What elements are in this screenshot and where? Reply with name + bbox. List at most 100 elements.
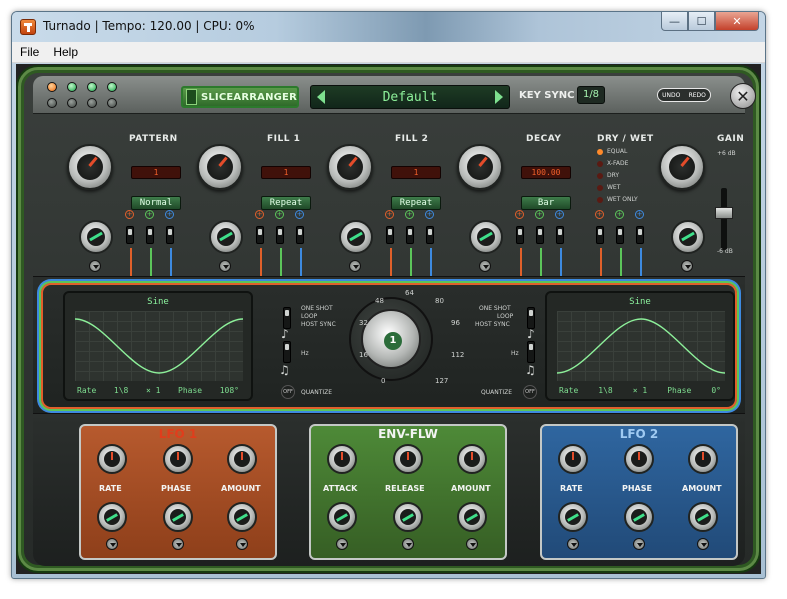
fill1-env-switch[interactable]: [276, 226, 284, 244]
lfo2-multiplier[interactable]: × 1: [633, 386, 647, 395]
pattern-value[interactable]: 1: [131, 166, 181, 179]
env-release-depth-knob[interactable]: [393, 502, 423, 532]
pattern-env-switch[interactable]: [146, 226, 154, 244]
lfo2-phase-value[interactable]: 0°: [711, 386, 721, 395]
fill1-knob[interactable]: [197, 144, 243, 190]
fill2-value[interactable]: 1: [391, 166, 441, 179]
lfo2-display[interactable]: Sine Rate 1\8 × 1 Phase 0°: [545, 291, 735, 401]
drywet-xfade[interactable]: X-FADE: [607, 160, 628, 168]
preset-selector[interactable]: Default: [310, 85, 510, 109]
slot-led-4[interactable]: [107, 82, 117, 92]
slot-led-5[interactable]: [47, 98, 57, 108]
lfo1-rate-switch[interactable]: [283, 341, 291, 363]
lfo2-rate-depth-knob[interactable]: [558, 502, 588, 532]
preset-next-icon[interactable]: [495, 90, 503, 104]
drywet-mod-dropdown-icon[interactable]: [681, 260, 693, 272]
slot-led-8[interactable]: [107, 98, 117, 108]
decay-lfo1-switch[interactable]: [516, 226, 524, 244]
fill2-depth-knob[interactable]: [339, 220, 373, 254]
lfo2-rate-dropdown-icon[interactable]: [567, 538, 579, 550]
decay-mod-dropdown-icon[interactable]: [479, 260, 491, 272]
lfo1-display[interactable]: Sine Rate 1\8 × 1 Phase 108°: [63, 291, 253, 401]
env-attack-knob[interactable]: [327, 444, 357, 474]
fill2-mod-dropdown-icon[interactable]: [349, 260, 361, 272]
env-amount-knob[interactable]: [457, 444, 487, 474]
drywet-dry[interactable]: DRY: [607, 172, 619, 180]
lfo1-phase-value[interactable]: 108°: [220, 386, 239, 395]
env-amount-dropdown-icon[interactable]: [466, 538, 478, 550]
pattern-lfo1-switch[interactable]: [126, 226, 134, 244]
env-attack-depth-knob[interactable]: [327, 502, 357, 532]
lfo2-phase-depth-knob[interactable]: [624, 502, 654, 532]
lfo2-phase-knob[interactable]: [624, 444, 654, 474]
drywet-wet-led-icon[interactable]: [597, 185, 603, 191]
lfo1-rate-knob[interactable]: [97, 444, 127, 474]
lfo2-rate-value[interactable]: 1\8: [598, 386, 612, 395]
lfo2-mode-switch[interactable]: [527, 307, 535, 329]
lfo1-rate-depth-knob[interactable]: [97, 502, 127, 532]
fill2-knob[interactable]: [327, 144, 373, 190]
drywet-lfo2-switch[interactable]: [636, 226, 644, 244]
decay-env-switch[interactable]: [536, 226, 544, 244]
pattern-knob[interactable]: [67, 144, 113, 190]
lfo1-rate-value[interactable]: 1\8: [114, 386, 128, 395]
lfo2-amount-depth-knob[interactable]: [688, 502, 718, 532]
env-attack-dropdown-icon[interactable]: [336, 538, 348, 550]
drywet-wet[interactable]: WET: [607, 184, 620, 192]
maximize-button[interactable]: ☐: [688, 12, 715, 31]
close-button[interactable]: ✕: [715, 12, 759, 31]
fill2-env-switch[interactable]: [406, 226, 414, 244]
drywet-wetonly[interactable]: WET ONLY: [607, 196, 638, 204]
fill2-lfo1-switch[interactable]: [386, 226, 394, 244]
slot-led-6[interactable]: [67, 98, 77, 108]
slicearranger-button[interactable]: SLICEARRANGER: [181, 86, 299, 108]
fill1-mod-dropdown-icon[interactable]: [219, 260, 231, 272]
menu-help[interactable]: Help: [53, 45, 78, 59]
minimize-button[interactable]: —: [661, 12, 688, 31]
lfo1-phase-depth-knob[interactable]: [163, 502, 193, 532]
lfo2-quantize-off-button[interactable]: OFF: [523, 385, 537, 399]
decay-mode[interactable]: Bar: [521, 196, 571, 210]
drywet-knob[interactable]: [659, 144, 705, 190]
lfo2-phase-dropdown-icon[interactable]: [633, 538, 645, 550]
undo-button[interactable]: UNDO: [662, 92, 680, 99]
lfo2-amount-dropdown-icon[interactable]: [697, 538, 709, 550]
lfo2-amount-knob[interactable]: [688, 444, 718, 474]
redo-button[interactable]: REDO: [689, 92, 706, 99]
key-sync-value[interactable]: 1/8: [577, 86, 605, 104]
lfo2-rate-knob[interactable]: [558, 444, 588, 474]
pattern-mode[interactable]: Normal: [131, 196, 181, 210]
drywet-dry-led-icon[interactable]: [597, 173, 603, 179]
drywet-xfade-led-icon[interactable]: [597, 161, 603, 167]
lfo2-rate-switch[interactable]: [527, 341, 535, 363]
lfo2-wave-name[interactable]: Sine: [547, 297, 733, 307]
title-bar[interactable]: Turnado | Tempo: 120.00 | CPU: 0% — ☐ ✕: [12, 12, 765, 42]
fill1-lfo1-switch[interactable]: [256, 226, 264, 244]
drywet-equal-led-icon[interactable]: [597, 149, 603, 155]
lfo1-amount-dropdown-icon[interactable]: [236, 538, 248, 550]
slot-led-3[interactable]: [87, 82, 97, 92]
gain-slider-track[interactable]: [721, 188, 727, 250]
decay-lfo2-switch[interactable]: [556, 226, 564, 244]
center-slot-knob[interactable]: 1: [349, 297, 433, 381]
decay-knob[interactable]: [457, 144, 503, 190]
lfo1-phase-knob[interactable]: [163, 444, 193, 474]
pattern-depth-knob[interactable]: [79, 220, 113, 254]
fill1-value[interactable]: 1: [261, 166, 311, 179]
drywet-equal[interactable]: EQUAL: [607, 148, 627, 156]
fill1-depth-knob[interactable]: [209, 220, 243, 254]
env-release-knob[interactable]: [393, 444, 423, 474]
drywet-env-switch[interactable]: [616, 226, 624, 244]
drywet-depth-knob[interactable]: [671, 220, 705, 254]
slot-led-7[interactable]: [87, 98, 97, 108]
decay-value[interactable]: 100.00: [521, 166, 571, 179]
drywet-wetonly-led-icon[interactable]: [597, 197, 603, 203]
fill2-lfo2-switch[interactable]: [426, 226, 434, 244]
slot-led-1[interactable]: [47, 82, 57, 92]
fill1-lfo2-switch[interactable]: [296, 226, 304, 244]
decay-depth-knob[interactable]: [469, 220, 503, 254]
pattern-lfo2-switch[interactable]: [166, 226, 174, 244]
lfo1-amount-knob[interactable]: [227, 444, 257, 474]
env-release-dropdown-icon[interactable]: [402, 538, 414, 550]
env-amount-depth-knob[interactable]: [457, 502, 487, 532]
